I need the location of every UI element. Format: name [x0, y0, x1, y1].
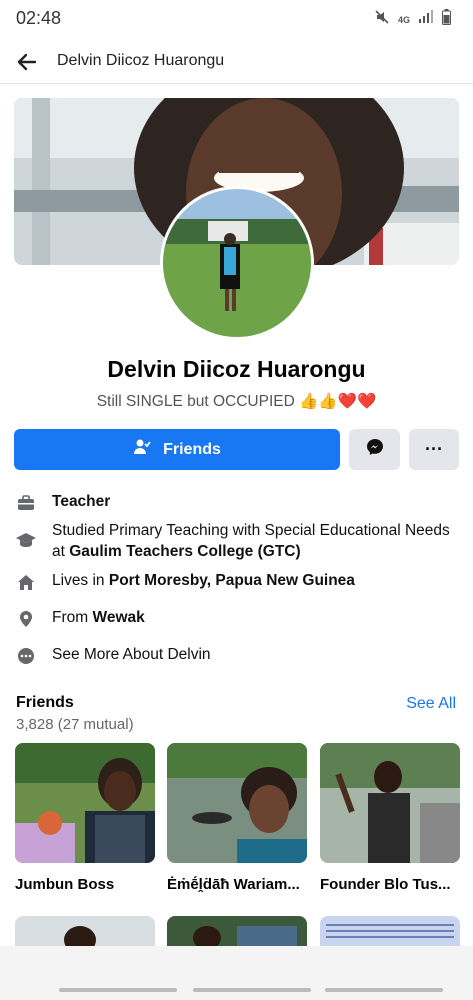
lives-prefix: Lives in: [52, 572, 109, 589]
about-work-text: Teacher: [52, 493, 111, 510]
profile-picture[interactable]: [160, 186, 314, 340]
signal-icon: [418, 10, 434, 29]
page-title: Delvin Diicoz Huarongu: [57, 52, 225, 69]
graduation-cap-icon: [16, 530, 36, 550]
friend-photo-partial[interactable]: [15, 916, 155, 946]
friend-check-icon: [133, 438, 151, 461]
back-arrow-icon[interactable]: [14, 49, 40, 75]
friend-photo[interactable]: [167, 743, 307, 863]
status-icons: 4G: [374, 9, 451, 30]
from-prefix: From: [52, 609, 93, 626]
friend-photo[interactable]: [320, 743, 460, 863]
friend-name[interactable]: Ėṁḗḽḋāħ Wariam...: [167, 876, 307, 893]
see-all-friends-link[interactable]: See All: [406, 695, 456, 713]
profile-bio: Still SINGLE but OCCUPIED 👍👍❤️❤️: [96, 393, 377, 410]
friend-card[interactable]: Ėṁḗḽḋāħ Wariam...: [167, 743, 307, 893]
friend-photo-partial[interactable]: [320, 916, 460, 946]
friend-card[interactable]: Founder Blo Tus...: [320, 743, 460, 893]
friends-heading: Friends: [16, 694, 74, 711]
nav-recents-indicator[interactable]: [59, 988, 177, 992]
ellipsis-circle-icon: [16, 646, 36, 666]
messenger-button[interactable]: [349, 429, 400, 470]
briefcase-icon: [16, 493, 36, 513]
friend-name[interactable]: Jumbun Boss: [15, 876, 155, 893]
friend-photo[interactable]: [15, 743, 155, 863]
more-options-button[interactable]: ···: [409, 429, 459, 470]
friend-photo-partial[interactable]: [167, 916, 307, 946]
friend-card[interactable]: Jumbun Boss: [15, 743, 155, 893]
location-pin-icon: [16, 609, 36, 629]
friends-button[interactable]: Friends: [14, 429, 340, 470]
friends-button-label: Friends: [163, 440, 221, 458]
nav-home-indicator[interactable]: [193, 988, 311, 992]
nav-back-indicator[interactable]: [325, 988, 443, 992]
friends-count: 3,828 (27 mutual): [16, 716, 134, 733]
status-time: 02:48: [16, 8, 62, 28]
see-more-about-link[interactable]: See More About Delvin: [52, 644, 452, 665]
top-bar: Delvin Diicoz Huarongu: [0, 40, 473, 84]
education-school[interactable]: Gaulim Teachers College (GTC): [69, 543, 300, 560]
home-icon: [16, 572, 36, 592]
about-from-text: From Wewak: [52, 607, 452, 628]
about-education-text: Studied Primary Teaching with Special Ed…: [52, 520, 452, 562]
mute-icon: [374, 9, 390, 30]
lives-place[interactable]: Port Moresby, Papua New Guinea: [109, 572, 355, 589]
battery-icon: [442, 9, 451, 30]
messenger-icon: [366, 438, 384, 461]
about-lives-text: Lives in Port Moresby, Papua New Guinea: [52, 570, 452, 591]
profile-name: Delvin Diicoz Huarongu: [107, 356, 366, 382]
friend-name[interactable]: Founder Blo Tus...: [320, 876, 460, 893]
avatar: [163, 189, 311, 337]
status-bar: 02:48 4G: [0, 0, 473, 38]
network-label: 4G: [397, 14, 410, 25]
from-place[interactable]: Wewak: [92, 609, 144, 626]
